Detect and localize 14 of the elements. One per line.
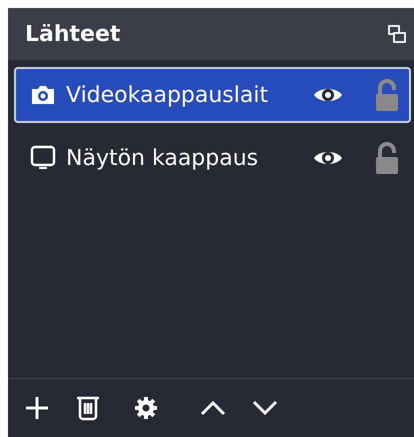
trash-button[interactable] xyxy=(76,395,100,421)
source-name: Videokaappauslait xyxy=(66,82,270,108)
settings-button[interactable] xyxy=(134,396,158,420)
panel-title: Lähteet xyxy=(25,22,120,46)
source-item[interactable]: Näytön kaappaus xyxy=(14,130,411,186)
add-button[interactable] xyxy=(24,395,50,421)
source-item[interactable]: Videokaappauslait xyxy=(14,67,411,123)
unlocked-icon[interactable] xyxy=(375,141,399,175)
move-up-button[interactable] xyxy=(200,400,226,416)
monitor-icon xyxy=(30,145,56,171)
undock-icon[interactable] xyxy=(388,25,406,43)
source-name: Näytön kaappaus xyxy=(66,146,260,170)
move-down-button[interactable] xyxy=(252,400,278,416)
camera-icon xyxy=(30,84,56,106)
